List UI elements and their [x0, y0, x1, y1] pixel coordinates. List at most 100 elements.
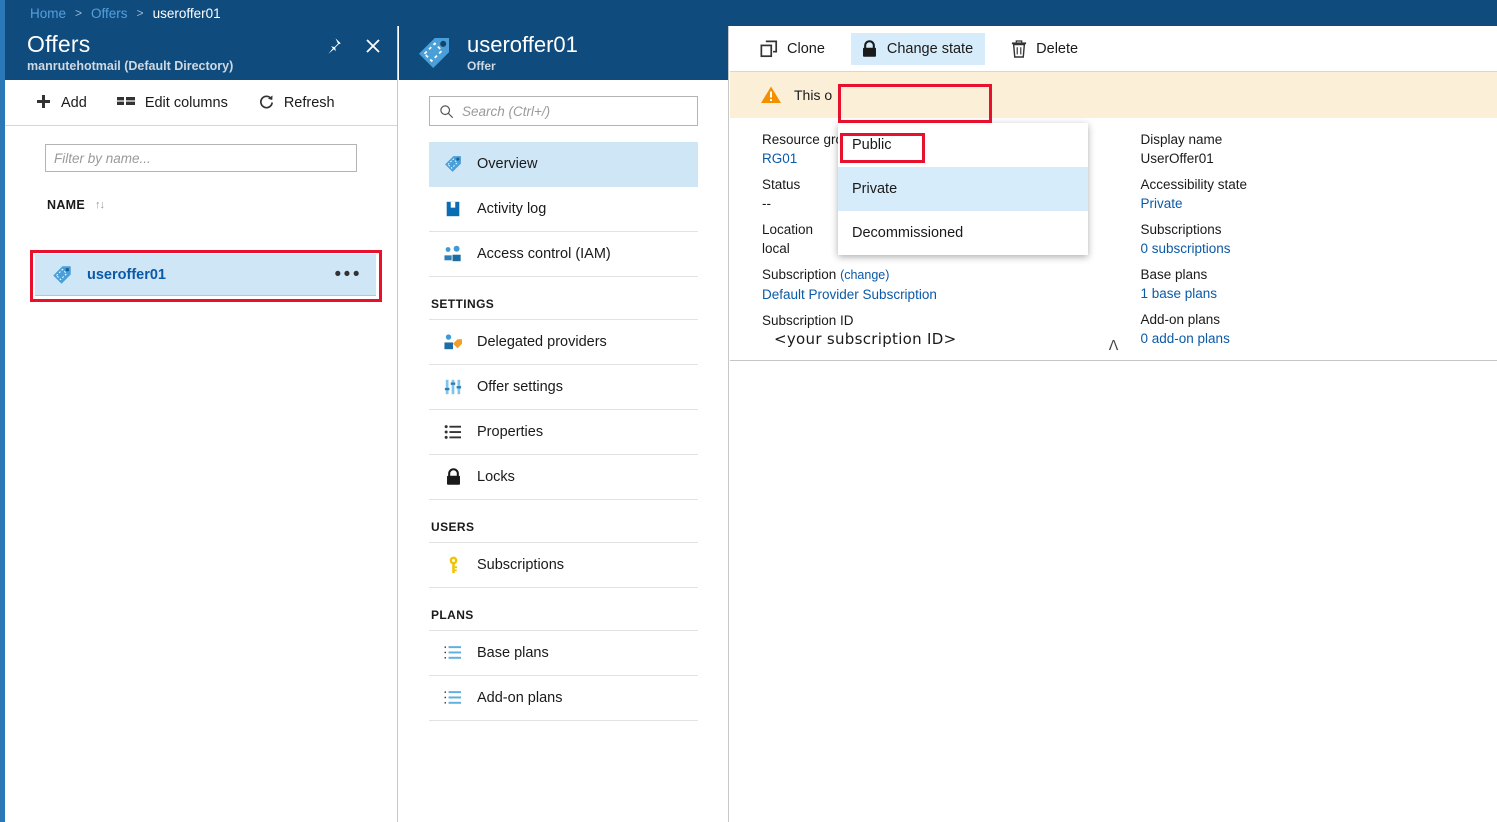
sidebar-item-locks[interactable]: Locks [429, 455, 698, 500]
essentials-value[interactable]: Default Provider Subscription [762, 285, 1114, 304]
essentials-label: Add-on plans [1140, 312, 1221, 327]
overview-command-bar: Clone Change state Delete [730, 26, 1497, 72]
dropdown-option-decommissioned[interactable]: Decommissioned [838, 211, 1088, 255]
trash-icon [1012, 39, 1027, 58]
sliders-icon [443, 378, 463, 396]
sidebar-item-label: Activity log [477, 201, 547, 217]
essentials-label: Base plans [1140, 267, 1208, 282]
change-state-label: Change state [886, 40, 974, 57]
chevron-double-up-icon[interactable]: ᐱ [1109, 338, 1119, 352]
change-subscription-link[interactable]: (change) [840, 268, 889, 282]
essentials-right-column: Display name UserOffer01 Accessibility s… [1114, 130, 1497, 356]
annotation-box-public-option [840, 133, 925, 163]
essentials-pair: Subscription (change) Default Provider S… [762, 265, 1114, 304]
breadcrumb-item-useroffer01[interactable]: useroffer01 [153, 6, 221, 21]
nav-group-settings: SETTINGS [429, 277, 698, 320]
list-column-header: NAME ↑↓ [47, 198, 397, 212]
sidebar-item-add-on-plans[interactable]: Add-on plans [429, 676, 698, 721]
sidebar-item-label: Add-on plans [477, 690, 563, 706]
sidebar-item-access-control[interactable]: Access control (IAM) [429, 232, 698, 277]
filter-container [5, 126, 397, 172]
refresh-label: Refresh [283, 94, 335, 111]
delete-label: Delete [1036, 40, 1079, 57]
resource-type: Offer [467, 59, 496, 73]
resource-header: useroffer01 Offer [399, 26, 728, 80]
sidebar-item-delegated-providers[interactable]: Delegated providers [429, 320, 698, 365]
warning-text: This o [794, 87, 833, 103]
offers-blade-header: Offers manrutehotmail (Default Directory… [5, 26, 397, 80]
sidebar-item-label: Offer settings [477, 379, 563, 395]
resource-nav-list: Overview Activity log Access control (IA… [399, 142, 728, 721]
essentials-label: Subscriptions [1140, 222, 1222, 237]
essentials-label: Subscription (change) [762, 265, 1114, 285]
list-icon [443, 690, 463, 706]
nav-group-users: USERS [429, 500, 698, 543]
azure-portal-screen: Home > Offers > useroffer01 Offers manru… [0, 0, 1497, 822]
refresh-icon [259, 95, 273, 109]
clone-label: Clone [787, 40, 825, 57]
edit-columns-button[interactable]: Edit columns [116, 95, 228, 111]
subscriptions-chart: Subscriptions created over the last week… [1465, 441, 1497, 822]
essentials-pair: Display name UserOffer01 [1141, 130, 1497, 168]
sidebar-item-label: Properties [477, 424, 544, 440]
sidebar-item-label: Delegated providers [477, 334, 607, 350]
offers-blade: Offers manrutehotmail (Default Directory… [5, 26, 398, 822]
breadcrumb-item-offers[interactable]: Offers [91, 6, 128, 21]
access-control-icon [443, 245, 463, 263]
search-box[interactable] [429, 96, 698, 126]
sidebar-item-label: Overview [477, 156, 538, 172]
close-icon[interactable] [363, 36, 383, 56]
sidebar-item-overview[interactable]: Overview [429, 142, 698, 187]
search-icon [440, 104, 454, 118]
dropdown-option-private[interactable]: Private [838, 167, 1088, 211]
page-subtitle: manrutehotmail (Default Directory) [27, 59, 234, 73]
refresh-button[interactable]: Refresh [258, 94, 335, 111]
sidebar-item-offer-settings[interactable]: Offer settings [429, 365, 698, 410]
tag-icon [418, 37, 450, 69]
add-button[interactable]: Add [35, 94, 87, 111]
clone-icon [760, 39, 778, 57]
sidebar-item-label: Locks [477, 469, 515, 485]
nav-group-plans: PLANS [429, 588, 698, 631]
search-container [399, 80, 728, 126]
breadcrumb: Home > Offers > useroffer01 [0, 0, 1497, 26]
sort-toggle-icon[interactable]: ↑↓ [95, 199, 105, 211]
pin-icon[interactable] [323, 36, 343, 56]
lock-icon [862, 39, 876, 57]
delete-button[interactable]: Delete [1011, 39, 1079, 58]
essentials-collapse-row: ᐱ [730, 338, 1497, 361]
columns-icon [116, 96, 135, 105]
sidebar-item-label: Subscriptions [477, 557, 565, 573]
properties-icon [443, 424, 463, 440]
sidebar-item-properties[interactable]: Properties [429, 410, 698, 455]
essentials-label-text: Subscription [762, 267, 837, 282]
filter-input[interactable] [45, 144, 357, 172]
essentials-value[interactable]: 1 base plans [1141, 284, 1497, 303]
change-state-button[interactable]: Change state [850, 32, 986, 65]
tag-icon [443, 154, 463, 174]
sidebar-item-activity-log[interactable]: Activity log [429, 187, 698, 232]
key-icon [443, 556, 463, 574]
annotation-box-change-state [838, 84, 992, 123]
sidebar-item-subscriptions[interactable]: Subscriptions [429, 543, 698, 588]
sidebar-item-base-plans[interactable]: Base plans [429, 631, 698, 676]
essentials-label: Accessibility state [1140, 177, 1248, 192]
clone-button[interactable]: Clone [760, 39, 825, 58]
essentials-label: Display name [1140, 132, 1223, 147]
offers-command-bar: Add Edit columns Refresh [5, 80, 397, 126]
essentials-value: UserOffer01 [1140, 151, 1214, 166]
search-input[interactable] [462, 103, 688, 119]
essentials-pair: Base plans 1 base plans [1141, 265, 1497, 303]
breadcrumb-item-home[interactable]: Home [30, 6, 66, 21]
plus-icon [37, 95, 50, 108]
add-button-label: Add [61, 94, 87, 111]
essentials-label: Subscription ID [762, 313, 854, 328]
column-header-name: NAME [47, 198, 86, 212]
breadcrumb-separator: > [75, 6, 83, 20]
essentials-value[interactable]: 0 subscriptions [1141, 239, 1497, 258]
essentials-pair: Subscriptions 0 subscriptions [1141, 220, 1497, 258]
resource-nav-blade: useroffer01 Offer Search (Ctrl+/) Overvi… [399, 26, 729, 822]
breadcrumb-separator: > [136, 6, 144, 20]
dropdown-option-label: Decommissioned [852, 225, 964, 241]
essentials-value[interactable]: Private [1141, 194, 1497, 213]
